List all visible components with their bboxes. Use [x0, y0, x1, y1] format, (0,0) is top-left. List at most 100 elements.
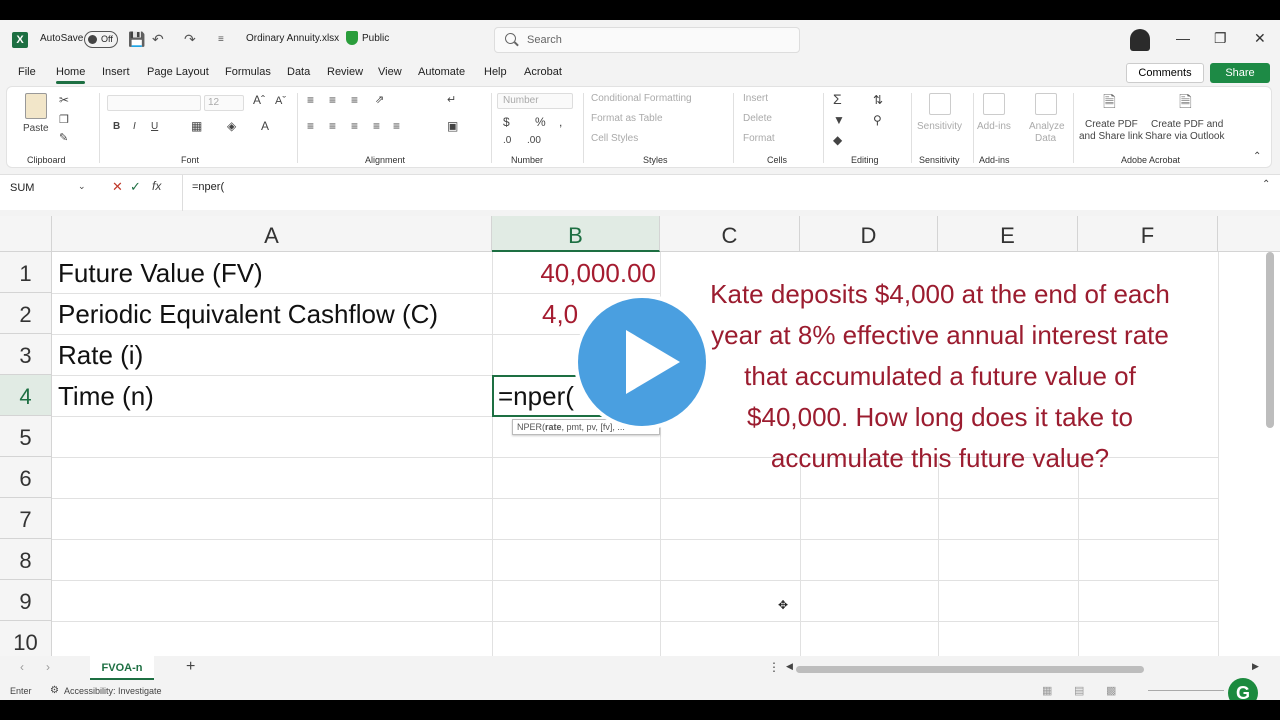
bold-icon[interactable]: B [113, 121, 120, 132]
next-sheet-icon[interactable]: › [46, 660, 50, 674]
close-icon[interactable]: ✕ [1254, 30, 1266, 47]
sort-filter-icon[interactable]: ⇅ [873, 93, 883, 107]
comma-icon[interactable]: , [559, 115, 562, 129]
tab-file[interactable]: File [18, 66, 36, 78]
font-color-icon[interactable]: A [261, 119, 269, 133]
row-header-6[interactable]: 6 [0, 457, 52, 498]
sheet-tab-fvoa-n[interactable]: FVOA-n [90, 656, 154, 680]
tab-page-layout[interactable]: Page Layout [147, 66, 209, 78]
align-middle-icon[interactable]: ≡ [329, 93, 336, 107]
add-ins-button[interactable]: Add-ins [977, 121, 1011, 132]
enter-icon[interactable]: ✓ [130, 179, 141, 195]
cut-icon[interactable]: ✂ [59, 93, 69, 107]
align-right-icon[interactable]: ≡ [351, 119, 358, 133]
add-ins-icon[interactable] [983, 93, 1005, 115]
pdf-outlook-icon[interactable]: 🗎 [1179, 91, 1192, 118]
decrease-decimal-icon[interactable]: .00 [527, 135, 541, 146]
fill-color-icon[interactable]: ◈ [227, 119, 236, 133]
scroll-left-icon[interactable]: ◀ [786, 661, 793, 672]
zoom-slider[interactable] [1148, 690, 1224, 691]
row-header-1[interactable]: 1 [0, 252, 52, 293]
pdf-outlook-line1[interactable]: Create PDF and [1151, 119, 1223, 130]
find-select-icon[interactable]: ⚲ [873, 113, 882, 127]
expand-formula-icon[interactable]: ⌃ [1262, 179, 1270, 190]
row-header-3[interactable]: 3 [0, 334, 52, 375]
cell-a2[interactable]: Periodic Equivalent Cashflow (C) [58, 299, 438, 330]
pdf-link-icon[interactable]: 🗎 [1103, 91, 1116, 118]
font-size-select[interactable]: 12 [204, 95, 244, 111]
autosum-icon[interactable]: Σ [833, 91, 842, 107]
column-header-a[interactable]: A [52, 216, 492, 252]
save-icon[interactable]: 💾 [128, 31, 145, 48]
page-break-view-icon[interactable]: ▩ [1106, 684, 1116, 697]
format-as-table-button[interactable]: Format as Table [591, 113, 663, 124]
visibility-label[interactable]: Public [362, 33, 389, 44]
undo-icon[interactable]: ↶ [152, 31, 164, 48]
cell-b4-editor[interactable]: =nper( [498, 381, 574, 412]
tab-formulas[interactable]: Formulas [225, 66, 271, 78]
align-bottom-icon[interactable]: ≡ [351, 93, 358, 107]
column-header-f[interactable]: F [1078, 216, 1218, 252]
row-header-4[interactable]: 4 [0, 375, 52, 416]
tab-home[interactable]: Home [56, 66, 86, 84]
delete-cells-button[interactable]: Delete [743, 113, 772, 124]
tab-view[interactable]: View [378, 66, 402, 78]
select-all-corner[interactable] [0, 216, 52, 252]
cell-b2[interactable]: 4,0 [542, 299, 578, 330]
pdf-outlook-line2[interactable]: Share via Outlook [1145, 131, 1225, 142]
merge-center-icon[interactable]: ▣ [447, 119, 458, 133]
grammarly-icon[interactable]: G [1228, 678, 1258, 700]
cell-b1[interactable]: 40,000.00 [496, 258, 656, 289]
tab-help[interactable]: Help [484, 66, 507, 78]
fill-icon[interactable]: ▼ [833, 113, 845, 127]
cell-a1[interactable]: Future Value (FV) [58, 258, 263, 289]
column-header-e[interactable]: E [938, 216, 1078, 252]
copy-icon[interactable]: ❐ [59, 113, 69, 126]
scroll-right-icon[interactable]: ▶ [1252, 661, 1259, 672]
insert-function-icon[interactable]: fx [152, 179, 161, 193]
autosave-toggle[interactable]: Off [84, 31, 118, 48]
normal-view-icon[interactable]: ▦ [1042, 684, 1052, 697]
analyze-data-line1[interactable]: Analyze [1029, 121, 1065, 132]
align-center-icon[interactable]: ≡ [329, 119, 336, 133]
comments-button[interactable]: Comments [1126, 63, 1204, 83]
paste-button[interactable]: Paste [23, 123, 49, 134]
analyze-data-line2[interactable]: Data [1035, 133, 1056, 144]
redo-icon[interactable]: ↷ [184, 31, 196, 48]
restore-icon[interactable]: ❐ [1214, 30, 1227, 47]
format-cells-button[interactable]: Format [743, 133, 775, 144]
row-header-9[interactable]: 9 [0, 580, 52, 621]
tooltip-function[interactable]: NPER( [517, 422, 545, 432]
clear-icon[interactable]: ◆ [833, 133, 842, 147]
row-header-5[interactable]: 5 [0, 416, 52, 457]
tab-insert[interactable]: Insert [102, 66, 130, 78]
tab-review[interactable]: Review [327, 66, 363, 78]
prev-sheet-icon[interactable]: ‹ [20, 660, 24, 674]
customize-toolbar-icon[interactable]: ≡ [218, 34, 224, 45]
row-header-2[interactable]: 2 [0, 293, 52, 334]
column-header-c[interactable]: C [660, 216, 800, 252]
column-header-b[interactable]: B [492, 216, 660, 252]
avatar[interactable] [1130, 29, 1150, 51]
cell-styles-button[interactable]: Cell Styles [591, 133, 638, 144]
number-format-select[interactable]: Number [497, 93, 573, 109]
pdf-share-link-line2[interactable]: and Share link [1079, 131, 1143, 142]
conditional-formatting-button[interactable]: Conditional Formatting [591, 93, 692, 104]
tab-acrobat[interactable]: Acrobat [524, 66, 562, 78]
column-header-d[interactable]: D [800, 216, 938, 252]
search-box[interactable]: Search [494, 27, 800, 53]
orientation-icon[interactable]: ⇗ [375, 93, 384, 106]
sensitivity-icon[interactable] [929, 93, 951, 115]
formula-input[interactable]: =nper( [192, 181, 224, 193]
share-button[interactable]: Share [1210, 63, 1270, 83]
analyze-data-icon[interactable] [1035, 93, 1057, 115]
cell-a3[interactable]: Rate (i) [58, 340, 143, 371]
cell-a4[interactable]: Time (n) [58, 381, 154, 412]
increase-decimal-icon[interactable]: .0 [503, 135, 511, 146]
decrease-indent-icon[interactable]: ≡ [373, 119, 380, 133]
font-name-select[interactable] [107, 95, 201, 111]
format-painter-icon[interactable]: ✎ [59, 131, 68, 144]
page-layout-view-icon[interactable]: ▤ [1074, 684, 1084, 697]
borders-icon[interactable]: ▦ [191, 119, 202, 133]
chevron-down-icon[interactable]: ⌄ [78, 181, 86, 192]
